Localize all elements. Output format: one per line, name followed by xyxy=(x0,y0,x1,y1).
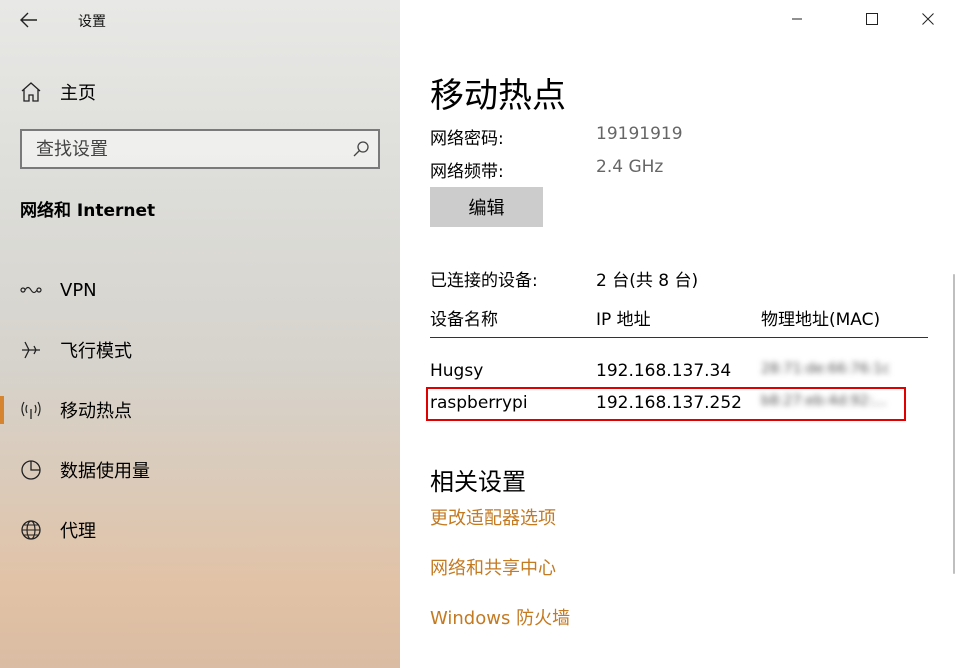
data-usage-icon xyxy=(20,459,42,481)
minimize-icon xyxy=(792,18,802,20)
connected-devices-value: 2 台(共 8 台) xyxy=(596,271,699,291)
highlight-box xyxy=(426,387,906,421)
sidebar-item-vpn[interactable]: VPN xyxy=(0,270,400,310)
sidebar-item-mobile-hotspot[interactable]: 移动热点 xyxy=(0,390,400,430)
column-header-mac: 物理地址(MAC) xyxy=(761,310,881,330)
sidebar-item-label: 数据使用量 xyxy=(60,461,150,482)
related-settings-title: 相关设置 xyxy=(430,468,526,496)
sidebar-item-label: 移动热点 xyxy=(60,401,132,422)
network-password-label: 网络密码: xyxy=(430,129,504,149)
maximize-icon xyxy=(866,13,878,25)
link-network-sharing-center[interactable]: 网络和共享中心 xyxy=(430,554,556,580)
sidebar: 设置 主页 网络和 Internet VPN 飞行模式 移动热点 数据使用量 xyxy=(0,0,400,668)
sidebar-item-label: VPN xyxy=(60,279,97,301)
vpn-icon xyxy=(20,279,42,301)
sidebar-item-label: 代理 xyxy=(60,521,96,542)
maximize-button[interactable] xyxy=(857,4,887,34)
search-icon[interactable] xyxy=(352,140,370,158)
sidebar-item-data-usage[interactable]: 数据使用量 xyxy=(0,450,400,490)
app-title: 设置 xyxy=(78,14,106,30)
close-icon xyxy=(922,13,934,25)
back-button[interactable] xyxy=(14,7,44,33)
home-icon xyxy=(21,82,41,102)
main-content: 移动热点 网络密码: 19191919 网络频带: 2.4 GHz 编辑 已连接… xyxy=(400,0,958,668)
sidebar-item-label: 飞行模式 xyxy=(60,341,132,362)
globe-icon xyxy=(20,519,42,541)
minimize-button[interactable] xyxy=(782,4,812,34)
close-button[interactable] xyxy=(913,4,943,34)
table-cell-mac: 28:71:de:66:76:1c xyxy=(761,361,890,377)
title-bar: 设置 xyxy=(0,0,400,40)
link-change-adapter-options[interactable]: 更改适配器选项 xyxy=(430,504,556,530)
network-band-value: 2.4 GHz xyxy=(596,157,664,177)
connected-devices-label: 已连接的设备: xyxy=(430,271,538,291)
sidebar-item-label: 主页 xyxy=(60,83,96,104)
network-password-value: 19191919 xyxy=(596,124,683,144)
table-cell-device-name: Hugsy xyxy=(430,361,484,381)
airplane-icon xyxy=(20,339,42,361)
page-title: 移动热点 xyxy=(430,76,566,116)
section-title: 网络和 Internet xyxy=(20,201,156,221)
sidebar-item-proxy[interactable]: 代理 xyxy=(0,510,400,550)
link-windows-firewall[interactable]: Windows 防火墙 xyxy=(430,604,570,630)
column-header-device-name: 设备名称 xyxy=(430,310,498,330)
edit-button[interactable]: 编辑 xyxy=(430,187,543,227)
sidebar-item-airplane-mode[interactable]: 飞行模式 xyxy=(0,330,400,370)
search-input[interactable] xyxy=(22,131,342,167)
table-cell-ip: 192.168.137.34 xyxy=(596,361,732,381)
table-divider xyxy=(430,337,928,338)
scrollbar[interactable] xyxy=(953,274,955,574)
sidebar-item-home[interactable]: 主页 xyxy=(20,78,96,106)
hotspot-icon xyxy=(20,399,42,421)
column-header-ip: IP 地址 xyxy=(596,310,651,330)
back-arrow-icon xyxy=(20,12,37,28)
network-band-label: 网络频带: xyxy=(430,162,504,182)
search-box xyxy=(20,129,380,169)
